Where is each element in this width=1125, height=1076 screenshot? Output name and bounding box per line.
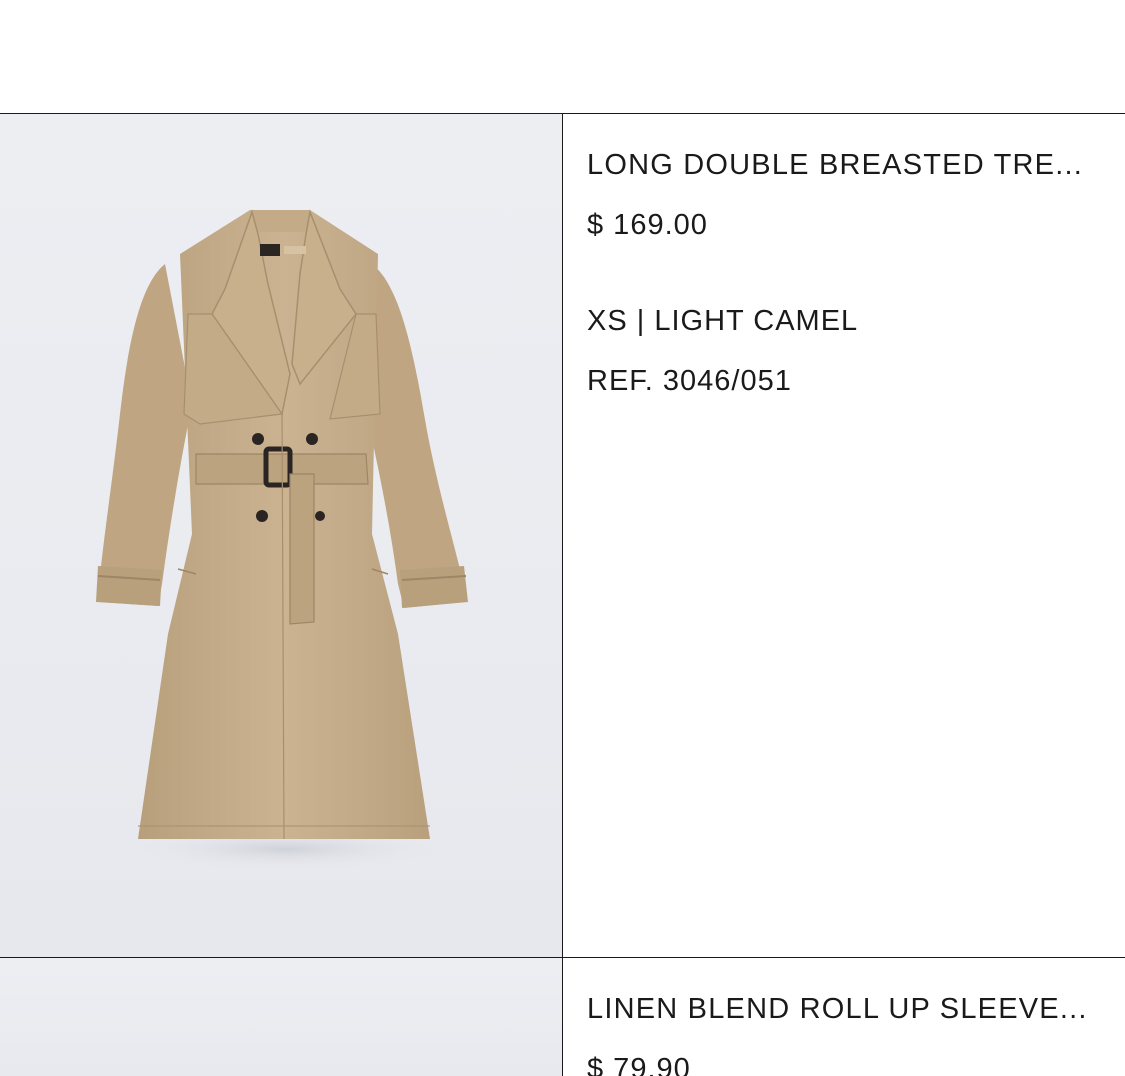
product-image[interactable] xyxy=(0,114,563,957)
product-image[interactable] xyxy=(0,958,563,1076)
cart-item[interactable]: LINEN BLEND ROLL UP SLEEVE... $ 79.90 xyxy=(0,957,1125,1076)
product-variant: XS | LIGHT CAMEL xyxy=(587,305,859,337)
product-title[interactable]: LONG DOUBLE BREASTED TRE... xyxy=(587,148,1097,182)
product-price: $ 169.00 xyxy=(587,209,708,241)
product-price: $ 79.90 xyxy=(587,1053,691,1076)
product-title[interactable]: LINEN BLEND ROLL UP SLEEVE... xyxy=(587,992,1097,1026)
product-info: LONG DOUBLE BREASTED TRE... $ 169.00 XS … xyxy=(563,114,1125,957)
product-info: LINEN BLEND ROLL UP SLEEVE... $ 79.90 xyxy=(563,958,1125,1076)
trench-coat-image xyxy=(96,209,468,871)
product-ref: REF. 3046/051 xyxy=(587,365,792,397)
header-space xyxy=(0,0,1125,113)
cart-page: LONG DOUBLE BREASTED TRE... $ 169.00 XS … xyxy=(0,0,1125,1076)
cart-item[interactable]: LONG DOUBLE BREASTED TRE... $ 169.00 XS … xyxy=(0,113,1125,957)
